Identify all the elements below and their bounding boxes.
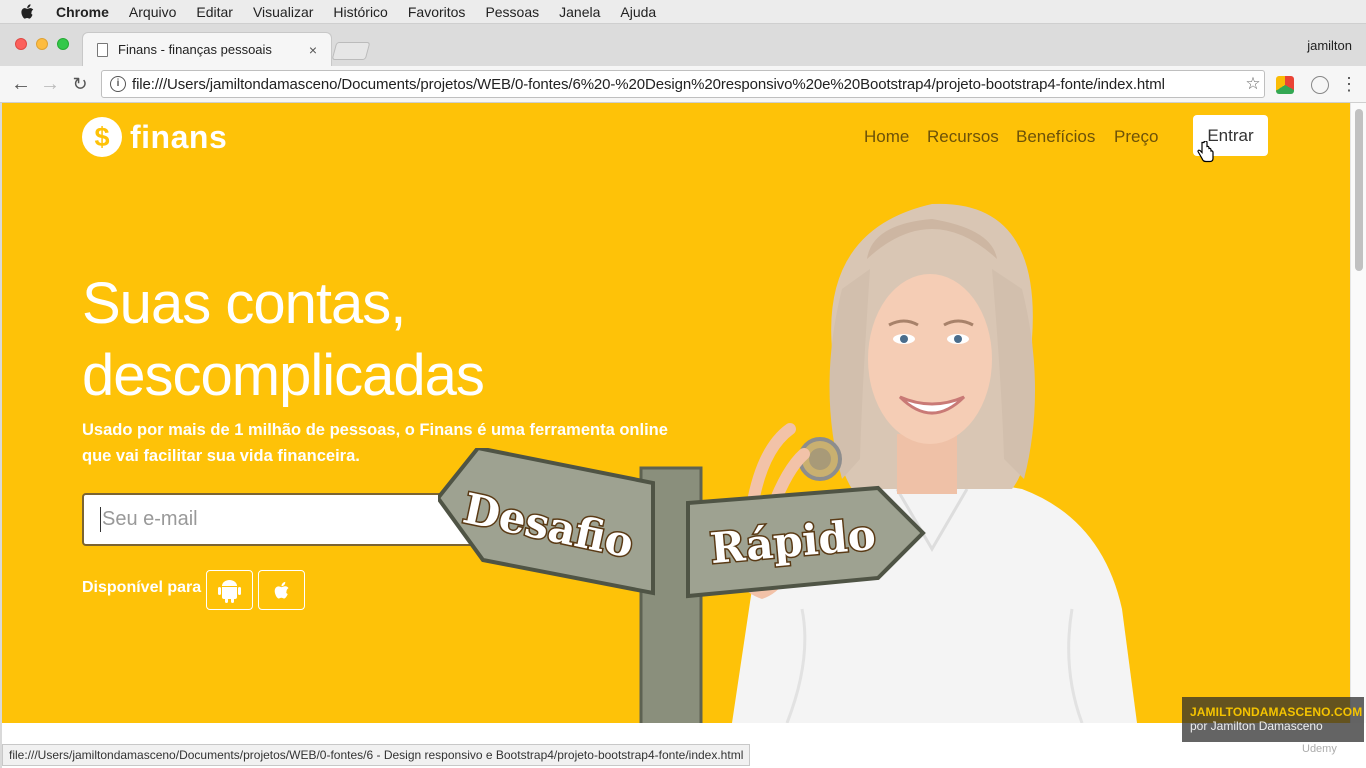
watermark-subtitle: por Jamilton Damasceno [1190, 719, 1323, 733]
document-icon [97, 42, 108, 57]
nav-preco-link[interactable]: Preço [1114, 127, 1158, 147]
extension-icon[interactable] [1276, 76, 1294, 94]
menu-favoritos[interactable]: Favoritos [408, 4, 466, 20]
info-icon[interactable]: i [110, 76, 126, 92]
android-download-button[interactable] [206, 570, 253, 610]
menu-janela[interactable]: Janela [559, 4, 600, 20]
address-bar[interactable]: i file:///Users/jamiltondamasceno/Docume… [101, 70, 1265, 98]
page-viewport: $ finans Home Recursos Benefícios Preço … [2, 103, 1350, 723]
dollar-icon: $ [82, 117, 122, 157]
available-label: Disponível para [82, 579, 202, 596]
browser-tab[interactable]: Finans - finanças pessoais × [82, 32, 332, 66]
menu-app-name[interactable]: Chrome [56, 4, 109, 20]
nav-beneficios-link[interactable]: Benefícios [1016, 127, 1095, 147]
watermark: JAMILTONDAMASCENO.COM por Jamilton Damas… [1182, 697, 1364, 742]
tab-title: Finans - finanças pessoais [118, 42, 272, 57]
headline-line-1: Suas contas, [82, 271, 406, 336]
nav-recursos-link[interactable]: Recursos [927, 127, 999, 147]
browser-toolbar: ← → ↻ i file:///Users/jamiltondamasceno/… [0, 66, 1366, 103]
menu-kebab-icon[interactable]: ⋮ [1340, 74, 1358, 95]
apple-icon [274, 581, 289, 599]
logo-text: finans [130, 118, 228, 155]
window-close-button[interactable] [15, 38, 27, 50]
headline-line-2: descomplicadas [82, 343, 485, 408]
hero-headline: Suas contas, descomplicadas [82, 268, 642, 412]
signpost-overlay: Desafio Rápido [438, 448, 926, 723]
window-zoom-button[interactable] [57, 38, 69, 50]
profile-name[interactable]: jamilton [1307, 38, 1352, 53]
menu-ajuda[interactable]: Ajuda [620, 4, 656, 20]
address-url[interactable]: file:///Users/jamiltondamasceno/Document… [132, 76, 1242, 93]
page-scrollbar[interactable] [1350, 103, 1366, 723]
menu-editar[interactable]: Editar [196, 4, 233, 20]
new-tab-button[interactable] [331, 42, 371, 60]
menu-historico[interactable]: Histórico [333, 4, 387, 20]
status-bar-url: file:///Users/jamiltondamasceno/Document… [2, 744, 751, 766]
tab-strip: Finans - finanças pessoais × jamilton [0, 24, 1366, 66]
back-arrow-icon[interactable]: ← [9, 72, 33, 96]
menu-visualizar[interactable]: Visualizar [253, 4, 313, 20]
reload-icon[interactable]: ↻ [68, 72, 92, 96]
android-icon [218, 580, 241, 603]
watermark-title: JAMILTONDAMASCENO.COM [1190, 705, 1363, 719]
extension-circle-icon[interactable] [1311, 76, 1329, 94]
menu-arquivo[interactable]: Arquivo [129, 4, 176, 20]
site-logo[interactable]: $ finans [82, 117, 227, 157]
forward-arrow-icon[interactable]: → [38, 72, 62, 96]
udemy-logo: Udemy [1302, 743, 1337, 755]
apple-download-button[interactable] [258, 570, 305, 610]
bookmark-star-icon[interactable]: ☆ [1242, 74, 1264, 94]
menu-pessoas[interactable]: Pessoas [485, 4, 539, 20]
tab-close-icon[interactable]: × [305, 42, 321, 58]
hand-cursor-icon [1197, 141, 1214, 163]
apple-logo-icon[interactable] [20, 3, 42, 21]
scrollbar-thumb[interactable] [1355, 109, 1363, 271]
mac-menubar: Chrome Arquivo Editar Visualizar Históri… [0, 0, 1366, 24]
window-minimize-button[interactable] [36, 38, 48, 50]
nav-home-link[interactable]: Home [864, 127, 909, 147]
